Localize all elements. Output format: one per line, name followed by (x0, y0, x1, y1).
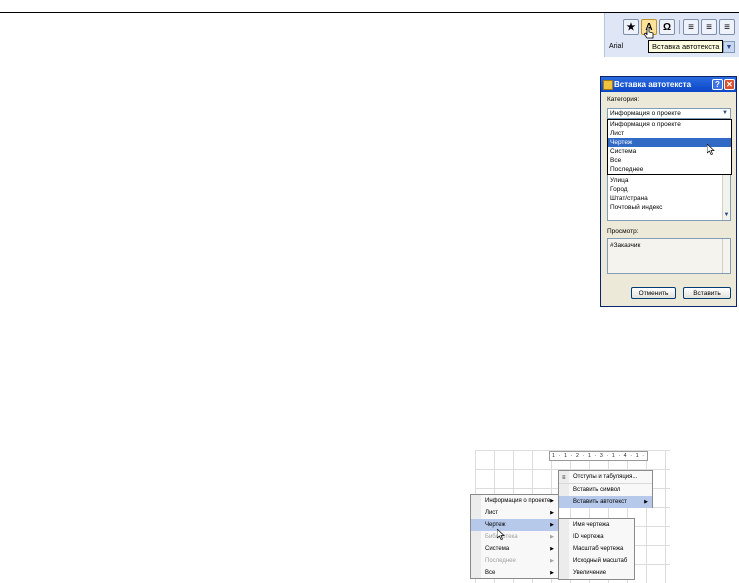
dropdown-option[interactable]: Последнее (608, 165, 731, 174)
menu-item-label: Информация о проекте (485, 498, 551, 504)
menu-item-label: Все (485, 570, 496, 576)
submenu-arrow-icon: ▶ (550, 534, 554, 540)
text-ruler: 1 · 1 · 2 · 1 · 3 · 1 · 4 · 1 · 5 · 1 · … (549, 451, 648, 461)
submenu-arrow-icon: ▶ (550, 522, 554, 528)
preview-value: #Заказчик (610, 242, 641, 249)
menu-item-all[interactable]: Все ▶ (471, 567, 558, 579)
dialog-app-icon (603, 80, 613, 90)
category-label: Категория: (607, 96, 640, 103)
menu-item-drawing[interactable]: Чертеж ▶ (471, 519, 558, 531)
menu-item-library[interactable]: Библиотека ▶ (471, 531, 558, 543)
chevron-down-icon[interactable]: ▼ (723, 41, 735, 53)
favorites-icon[interactable]: ★ (623, 19, 639, 35)
insert-autotext-dialog: Вставка автотекста ? ✕ Категория: Информ… (600, 76, 737, 307)
autotext-items-list[interactable]: Организация Улица Город Штат/страна Почт… (607, 169, 731, 221)
menu-item-recent[interactable]: Последнее ▶ (471, 555, 558, 567)
menu-item-drawing-id[interactable]: ID чертежа (559, 531, 634, 543)
menu-item-label: Лист (485, 510, 499, 516)
menu-item-insert-symbol[interactable]: Вставить символ (559, 484, 652, 496)
menu-item-original-scale[interactable]: Исходный масштаб (559, 555, 634, 567)
list-item[interactable]: Улица (608, 176, 730, 185)
submenu-arrow-icon: ▶ (550, 510, 554, 516)
menu-item-label: Система (485, 546, 510, 552)
toolbar-button-row: ★ A Ω ≡ ≡ ≡ (605, 13, 739, 39)
list-item[interactable]: Почтовый индекс (608, 203, 730, 212)
menu-item-label: Отступы и табуляция... (573, 474, 638, 480)
submenu-arrow-icon: ▶ (550, 498, 554, 504)
dialog-title: Вставка автотекста (614, 80, 692, 89)
menu-item-tabs[interactable]: ≡ Отступы и табуляция... (559, 471, 652, 484)
autotext-category-menu: Информация о проекте ▶ Лист ▶ Чертеж ▶ Б… (470, 494, 559, 579)
menu-item-label: Вставить символ (573, 487, 621, 493)
text-context-menu: ≡ Отступы и табуляция... Вставить символ… (558, 470, 653, 508)
menu-item-label: Масштаб чертежа (573, 546, 624, 552)
help-icon[interactable]: ? (712, 79, 723, 90)
dropdown-option[interactable]: Информация о проекте (608, 120, 731, 129)
formatting-toolbar: ★ A Ω ≡ ≡ ≡ Arial Вставка автотекста ▼ (604, 13, 739, 57)
menu-item-system[interactable]: Система ▶ (471, 543, 558, 555)
menu-item-sheet[interactable]: Лист ▶ (471, 507, 558, 519)
close-icon[interactable]: ✕ (724, 79, 735, 90)
align-left-icon[interactable]: ≡ (683, 19, 699, 35)
chevron-down-icon[interactable]: ▼ (721, 110, 729, 117)
preview-scrollbar[interactable] (722, 239, 730, 273)
menu-item-label: Чертеж (485, 522, 506, 528)
submenu-arrow-icon: ▶ (550, 558, 554, 564)
dialog-title-bar[interactable]: Вставка автотекста ? ✕ (601, 77, 736, 92)
menu-item-label: Вставить автотекст (573, 499, 627, 505)
menu-item-label: Имя чертежа (573, 522, 610, 528)
menu-item-project-info[interactable]: Информация о проекте ▶ (471, 495, 558, 507)
menu-item-label: Последнее (485, 558, 516, 564)
submenu-arrow-icon: ▶ (550, 570, 554, 576)
category-select[interactable]: Информация о проекте ▼ (607, 108, 731, 119)
tabs-icon: ≡ (562, 475, 566, 481)
menu-item-insert-autotext[interactable]: Вставить автотекст ▶ (559, 496, 652, 508)
menu-item-label: ID чертежа (573, 534, 604, 540)
preview-box: #Заказчик (607, 238, 731, 274)
menu-item-drawing-name[interactable]: Имя чертежа (559, 519, 634, 531)
list-scrollbar[interactable]: ▼ (722, 170, 730, 220)
submenu-arrow-icon: ▶ (644, 499, 648, 505)
dropdown-option[interactable]: Лист (608, 129, 731, 138)
menu-item-label: Увеличение (573, 570, 607, 576)
submenu-arrow-icon: ▶ (550, 546, 554, 552)
align-right-icon[interactable]: ≡ (719, 19, 735, 35)
cancel-button[interactable]: Отменить (631, 287, 676, 299)
menu-item-label: Исходный масштаб (573, 558, 628, 564)
list-item[interactable]: Штат/страна (608, 194, 730, 203)
preview-label: Просмотр: (607, 228, 639, 235)
list-item[interactable]: Город (608, 185, 730, 194)
insert-button[interactable]: Вставить (683, 287, 731, 299)
drawing-autotext-submenu: Имя чертежа ID чертежа Масштаб чертежа И… (558, 518, 635, 580)
category-value: Информация о проекте (610, 110, 681, 117)
toolbar-separator (679, 20, 680, 34)
omega-icon[interactable]: Ω (659, 19, 675, 35)
menu-item-drawing-scale[interactable]: Масштаб чертежа (559, 543, 634, 555)
font-name[interactable]: Arial (609, 43, 623, 50)
dropdown-option[interactable]: Все (608, 156, 731, 165)
autotext-tooltip: Вставка автотекста (648, 40, 724, 53)
align-center-icon[interactable]: ≡ (701, 19, 717, 35)
menu-item-magnification[interactable]: Увеличение (559, 567, 634, 579)
scroll-down-icon[interactable]: ▼ (723, 212, 730, 219)
